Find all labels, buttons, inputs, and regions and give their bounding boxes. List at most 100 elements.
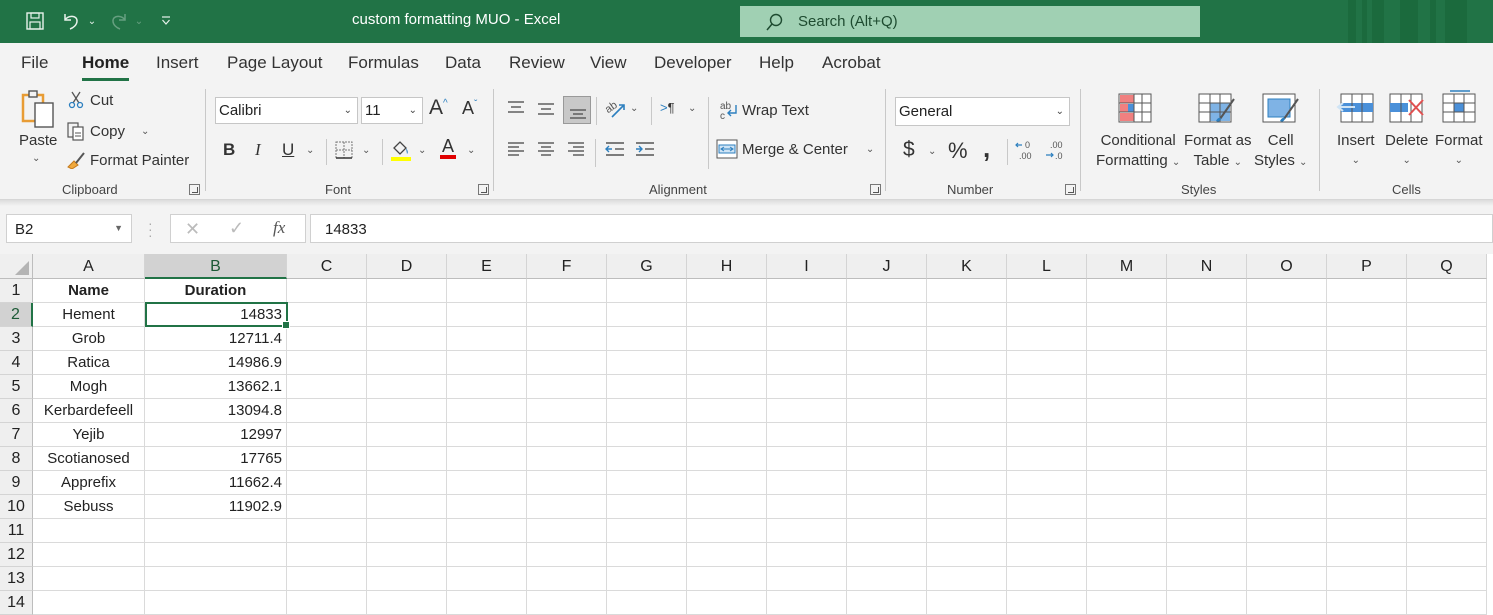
cell-c3[interactable] <box>287 327 367 351</box>
cell-c6[interactable] <box>287 399 367 423</box>
cell-l3[interactable] <box>1007 327 1087 351</box>
cell-n10[interactable] <box>1167 495 1247 519</box>
decrease-decimal-icon[interactable]: .00.0 <box>1044 138 1068 162</box>
row-header-2[interactable]: 2 <box>0 303 33 327</box>
cell-n14[interactable] <box>1167 591 1247 615</box>
cell-e12[interactable] <box>447 543 527 567</box>
cell-j2[interactable] <box>847 303 927 327</box>
save-icon[interactable] <box>22 8 48 34</box>
cell-k1[interactable] <box>927 279 1007 303</box>
cell-m8[interactable] <box>1087 447 1167 471</box>
cell-o8[interactable] <box>1247 447 1327 471</box>
cell-i11[interactable] <box>767 519 847 543</box>
cell-q5[interactable] <box>1407 375 1487 399</box>
cell-f4[interactable] <box>527 351 607 375</box>
cell-e14[interactable] <box>447 591 527 615</box>
cell-p6[interactable] <box>1327 399 1407 423</box>
cell-p1[interactable] <box>1327 279 1407 303</box>
orientation-icon[interactable]: ab <box>604 97 628 119</box>
cell-f5[interactable] <box>527 375 607 399</box>
cell-k3[interactable] <box>927 327 1007 351</box>
search-box[interactable]: Search (Alt+Q) <box>740 6 1200 37</box>
cell-a9[interactable]: Apprefix <box>33 471 145 495</box>
cell-l12[interactable] <box>1007 543 1087 567</box>
cell-d13[interactable] <box>367 567 447 591</box>
cell-l10[interactable] <box>1007 495 1087 519</box>
cell-o3[interactable] <box>1247 327 1327 351</box>
cell-l4[interactable] <box>1007 351 1087 375</box>
align-right-icon[interactable] <box>566 140 586 158</box>
cell-q14[interactable] <box>1407 591 1487 615</box>
cell-k5[interactable] <box>927 375 1007 399</box>
insert-function-icon[interactable]: fx <box>273 218 285 238</box>
wrap-text-button[interactable]: ab c Wrap Text <box>718 99 809 121</box>
cell-l6[interactable] <box>1007 399 1087 423</box>
cell-a12[interactable] <box>33 543 145 567</box>
cell-m13[interactable] <box>1087 567 1167 591</box>
cell-a10[interactable]: Sebuss <box>33 495 145 519</box>
insert-cells-button[interactable]: Insert ⌄ <box>1337 131 1375 171</box>
cell-c12[interactable] <box>287 543 367 567</box>
cell-f14[interactable] <box>527 591 607 615</box>
align-left-icon[interactable] <box>506 140 526 158</box>
underline-dropdown-icon[interactable]: ⌄ <box>306 145 314 156</box>
cell-c14[interactable] <box>287 591 367 615</box>
cell-i4[interactable] <box>767 351 847 375</box>
cell-d12[interactable] <box>367 543 447 567</box>
cell-styles-button[interactable]: Cell Styles ⌄ <box>1254 131 1307 173</box>
cell-p14[interactable] <box>1327 591 1407 615</box>
tab-page-layout[interactable]: Page Layout <box>227 53 322 73</box>
cell-b4[interactable]: 14986.9 <box>145 351 287 375</box>
cell-j4[interactable] <box>847 351 927 375</box>
row-header-7[interactable]: 7 <box>0 423 33 447</box>
cell-f2[interactable] <box>527 303 607 327</box>
cell-m2[interactable] <box>1087 303 1167 327</box>
cell-m10[interactable] <box>1087 495 1167 519</box>
cell-m4[interactable] <box>1087 351 1167 375</box>
alignment-launcher-icon[interactable] <box>870 184 881 195</box>
cell-d10[interactable] <box>367 495 447 519</box>
cell-p8[interactable] <box>1327 447 1407 471</box>
row-header-5[interactable]: 5 <box>0 375 33 399</box>
cell-n12[interactable] <box>1167 543 1247 567</box>
paste-label[interactable]: Paste <box>19 132 57 149</box>
undo-icon[interactable] <box>58 8 84 34</box>
tab-file[interactable]: File <box>21 53 48 73</box>
cell-j3[interactable] <box>847 327 927 351</box>
cell-e6[interactable] <box>447 399 527 423</box>
cell-p7[interactable] <box>1327 423 1407 447</box>
font-color-button[interactable]: A <box>440 136 457 159</box>
cell-n7[interactable] <box>1167 423 1247 447</box>
cell-f6[interactable] <box>527 399 607 423</box>
cell-c5[interactable] <box>287 375 367 399</box>
row-header-11[interactable]: 11 <box>0 519 33 543</box>
cell-d4[interactable] <box>367 351 447 375</box>
cell-h4[interactable] <box>687 351 767 375</box>
cell-l8[interactable] <box>1007 447 1087 471</box>
align-center-icon[interactable] <box>536 140 556 158</box>
cell-q7[interactable] <box>1407 423 1487 447</box>
cell-e11[interactable] <box>447 519 527 543</box>
comma-style-button[interactable]: , <box>983 133 990 164</box>
cell-c2[interactable] <box>287 303 367 327</box>
row-header-12[interactable]: 12 <box>0 543 33 567</box>
cell-o11[interactable] <box>1247 519 1327 543</box>
cell-f7[interactable] <box>527 423 607 447</box>
cell-g11[interactable] <box>607 519 687 543</box>
customize-qat-icon[interactable] <box>158 8 174 34</box>
tab-help[interactable]: Help <box>759 53 794 73</box>
text-direction-icon[interactable]: >¶ <box>660 100 675 115</box>
cell-a4[interactable]: Ratica <box>33 351 145 375</box>
bottom-align-icon[interactable] <box>563 96 591 124</box>
cell-c10[interactable] <box>287 495 367 519</box>
currency-dropdown-icon[interactable]: ⌄ <box>928 146 936 157</box>
cell-k7[interactable] <box>927 423 1007 447</box>
cell-l9[interactable] <box>1007 471 1087 495</box>
cell-m5[interactable] <box>1087 375 1167 399</box>
top-align-icon[interactable] <box>506 99 526 117</box>
cell-e13[interactable] <box>447 567 527 591</box>
cell-f1[interactable] <box>527 279 607 303</box>
conditional-formatting-button[interactable]: Conditional Formatting ⌄ <box>1096 131 1180 173</box>
cell-d1[interactable] <box>367 279 447 303</box>
cell-k8[interactable] <box>927 447 1007 471</box>
